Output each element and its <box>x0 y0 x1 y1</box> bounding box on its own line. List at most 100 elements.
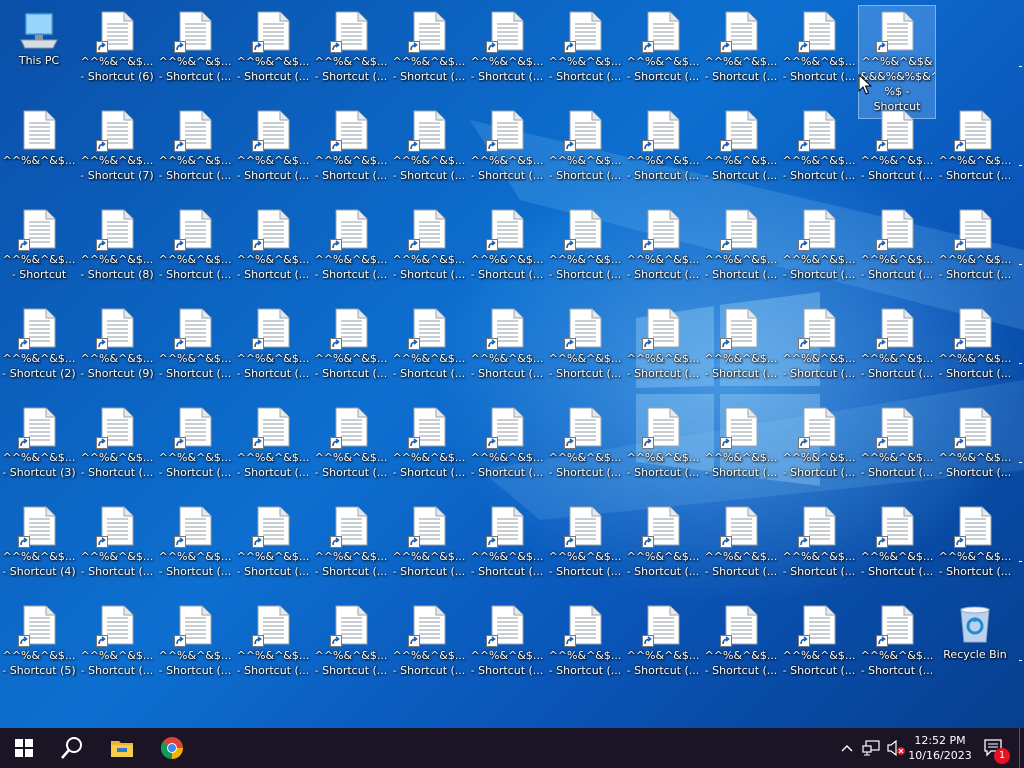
shortcut-desktop-icon[interactable]: ^^%&^&$... - Shortcut (... <box>235 600 311 696</box>
shortcut-desktop-icon[interactable]: ^^%&^&$... - Shortcut (... <box>703 204 779 300</box>
shortcut-desktop-icon[interactable]: ^^%&^&$... - Shortcut (... <box>781 402 857 498</box>
shortcut-desktop-icon[interactable]: ^^%&^&$... - Shortcut (... <box>235 402 311 498</box>
action-center-button[interactable]: 1 <box>978 728 1010 768</box>
shortcut-desktop-icon[interactable]: ^^%&^&$... - Shortcut (... <box>235 204 311 300</box>
shortcut-desktop-icon[interactable]: ^^%&^&$... - Shortcut (... <box>157 204 233 300</box>
shortcut-desktop-icon[interactable]: ^^%&^&$... - Shortcut (... <box>313 501 389 597</box>
shortcut-desktop-icon[interactable]: ^^%&^&$... - Shortcut (... <box>703 600 779 696</box>
shortcut-desktop-icon[interactable]: ^^%&^&$... - Shortcut (... <box>547 105 623 201</box>
search-button[interactable] <box>48 728 96 768</box>
shortcut-desktop-icon[interactable]: ^^%&^&$... - Shortcut (... <box>157 501 233 597</box>
shortcut-desktop-icon[interactable]: ^^%&^&$... - Shortcut (... <box>313 303 389 399</box>
shortcut-desktop-icon[interactable]: ^^%&^&$... - Shortcut (... <box>781 303 857 399</box>
shortcut-desktop-icon[interactable]: ^^%&^&$... - Shortcut (... <box>703 303 779 399</box>
file-explorer-button[interactable] <box>98 728 146 768</box>
shortcut-desktop-icon[interactable]: ^^%&^&$... - Shortcut (... <box>469 303 545 399</box>
shortcut-desktop-icon[interactable]: ^^%&^&$... - Shortcut (... <box>625 501 701 597</box>
shortcut-desktop-icon[interactable]: ^^%&^&$... - Shortcut (... <box>313 6 389 102</box>
shortcut-desktop-icon[interactable]: ^^%&^&$... - Shortcut (... <box>859 105 935 201</box>
shortcut-desktop-icon[interactable]: ^^%&^&$... - Shortcut (... <box>313 105 389 201</box>
clock[interactable]: 12:52 PM 10/16/2023 <box>908 728 972 768</box>
shortcut-desktop-icon[interactable]: ^^%&^&$... - Shortcut (... <box>157 402 233 498</box>
shortcut-desktop-icon[interactable]: ^^%&^&$... - Shortcut (... <box>547 600 623 696</box>
shortcut-desktop-icon[interactable]: ^^%&^&$... - Shortcut (... <box>937 402 1013 498</box>
shortcut-desktop-icon[interactable]: ^^%&^&$... - Shortcut (... <box>547 303 623 399</box>
shortcut-desktop-icon[interactable]: ^^%&^&$... - Shortcut (... <box>937 501 1013 597</box>
shortcut-desktop-icon[interactable]: ^^%&^&$... - Shortcut (... <box>859 303 935 399</box>
selected-shortcut-icon[interactable]: ^^%&^&$& &&&%&%$&^ %$ - Shortcut (76) <box>858 5 936 128</box>
shortcut-desktop-icon[interactable]: ^^%&^&$... - Shortcut (... <box>157 303 233 399</box>
shortcut-desktop-icon[interactable]: ^^%&^&$... - Shortcut (... <box>859 204 935 300</box>
shortcut-desktop-icon[interactable]: ^^%&^&$... - Shortcut (... <box>703 105 779 201</box>
shortcut-desktop-icon[interactable]: ^^%&^&$... - Shortcut (... <box>625 204 701 300</box>
shortcut-desktop-icon[interactable]: ^^%&^&$... - Shortcut (... <box>235 501 311 597</box>
shortcut-desktop-icon[interactable]: ^^%&^&$... - Shortcut (... <box>391 204 467 300</box>
shortcut-desktop-icon[interactable]: ^^%&^&$... - Shortcut (... <box>547 501 623 597</box>
shortcut-desktop-icon[interactable]: ^^%&^&$... - Shortcut (... <box>391 6 467 102</box>
shortcut-desktop-icon[interactable]: ^^%&^&$... - Shortcut (... <box>781 105 857 201</box>
shortcut-desktop-icon[interactable]: ^^%&^&$... - Shortcut (... <box>625 6 701 102</box>
shortcut-desktop-icon[interactable]: ^^%&^&$... - Shortcut (... <box>937 105 1013 201</box>
show-desktop-button[interactable] <box>1019 728 1024 768</box>
shortcut-desktop-icon[interactable]: ^^%&^&$... - Shortcut (... <box>235 6 311 102</box>
shortcut-desktop-icon[interactable]: ^^%&^&$... <box>1 105 77 201</box>
shortcut-desktop-icon[interactable]: ^^%&^&$... - Shortcut (... <box>235 303 311 399</box>
shortcut-desktop-icon[interactable]: ^^%&^&$... - Shortcut (8) <box>79 204 155 300</box>
shortcut-desktop-icon[interactable]: ^^%&^&$... - Shortcut (... <box>859 501 935 597</box>
shortcut-desktop-icon[interactable]: ^^%&^&$... - Shortcut (... <box>625 303 701 399</box>
show-hidden-icons-button[interactable] <box>838 728 856 768</box>
this-pc-desktop-icon[interactable]: This PC <box>1 6 77 102</box>
volume-button[interactable] <box>884 728 908 768</box>
shortcut-desktop-icon[interactable]: ^^%&^&$... - Shortcut (... <box>547 402 623 498</box>
shortcut-desktop-icon[interactable]: ^^%&^&$... - Shortcut (... <box>859 600 935 696</box>
shortcut-desktop-icon[interactable]: ^^%&^&$... - Shortcut (... <box>313 204 389 300</box>
shortcut-desktop-icon[interactable]: ^^%&^&$... - Shortcut (... <box>79 402 155 498</box>
shortcut-desktop-icon[interactable]: ^^%&^&$... - Shortcut (... <box>391 600 467 696</box>
shortcut-desktop-icon[interactable]: ^^%&^&$... - Shortcut (... <box>313 600 389 696</box>
start-button[interactable] <box>0 728 48 768</box>
shortcut-desktop-icon[interactable]: ^^%&^&$... - Shortcut (5) <box>1 600 77 696</box>
shortcut-desktop-icon[interactable]: ^^%&^&$... - Shortcut (... <box>781 6 857 102</box>
shortcut-desktop-icon[interactable]: ^^%&^&$... - Shortcut (2) <box>1 303 77 399</box>
shortcut-desktop-icon[interactable]: ^^%&^&$... - Shortcut (... <box>781 501 857 597</box>
network-button[interactable] <box>860 728 882 768</box>
shortcut-desktop-icon[interactable]: ^^%&^&$... - Shortcut (... <box>79 501 155 597</box>
shortcut-desktop-icon[interactable]: ^^%&^&$... - Shortcut (... <box>391 402 467 498</box>
shortcut-desktop-icon[interactable]: ^^%&^&$... - Shortcut (... <box>703 6 779 102</box>
shortcut-desktop-icon[interactable]: ^^%&^&$... - Shortcut (... <box>469 204 545 300</box>
shortcut-desktop-icon[interactable]: ^^%&^&$... - Shortcut (... <box>625 105 701 201</box>
shortcut-desktop-icon[interactable]: ^^%&^&$... - Shortcut (... <box>469 402 545 498</box>
shortcut-desktop-icon[interactable]: ^^%&^&$... - Shortcut (... <box>781 204 857 300</box>
shortcut-desktop-icon[interactable]: ^^%&^&$... - Shortcut (3) <box>1 402 77 498</box>
shortcut-desktop-icon[interactable]: ^^%&^&$... - Shortcut (... <box>625 402 701 498</box>
shortcut-desktop-icon[interactable]: ^^%&^&$... - Shortcut (... <box>625 600 701 696</box>
shortcut-desktop-icon[interactable]: ^^%&^&$... - Shortcut (... <box>469 501 545 597</box>
shortcut-desktop-icon[interactable]: ^^%&^&$... - Shortcut (7) <box>79 105 155 201</box>
shortcut-desktop-icon[interactable]: ^^%&^&$... - Shortcut (... <box>469 105 545 201</box>
shortcut-desktop-icon[interactable]: ^^%&^&$... - Shortcut (... <box>235 105 311 201</box>
shortcut-desktop-icon[interactable]: ^^%&^&$... - Shortcut (... <box>313 402 389 498</box>
shortcut-desktop-icon[interactable]: ^^%&^&$... - Shortcut (9) <box>79 303 155 399</box>
shortcut-desktop-icon[interactable]: ^^%&^&$... - Shortcut (... <box>937 204 1013 300</box>
shortcut-desktop-icon[interactable]: ^^%&^&$... - Shortcut (... <box>157 600 233 696</box>
shortcut-desktop-icon[interactable]: ^^%&^&$... - Shortcut (... <box>391 105 467 201</box>
shortcut-desktop-icon[interactable]: ^^%&^&$... - Shortcut (... <box>703 402 779 498</box>
shortcut-desktop-icon[interactable]: ^^%&^&$... - Shortcut (... <box>781 600 857 696</box>
shortcut-desktop-icon[interactable]: ^^%&^&$... - Shortcut (... <box>157 6 233 102</box>
shortcut-desktop-icon[interactable]: ^^%&^&$... - Shortcut (... <box>703 501 779 597</box>
shortcut-desktop-icon[interactable]: ^^%&^&$... - Shortcut (6) <box>79 6 155 102</box>
shortcut-desktop-icon[interactable]: ^^%&^&$... - Shortcut (... <box>547 6 623 102</box>
chrome-button[interactable] <box>148 728 196 768</box>
desktop[interactable]: This PC Recycle Bin ^^%&^&$& &&&%&%$&^ %… <box>0 0 1024 728</box>
shortcut-desktop-icon[interactable]: ^^%&^&$... - Shortcut (... <box>391 501 467 597</box>
shortcut-desktop-icon[interactable]: ^^%&^&$... - Shortcut (... <box>859 402 935 498</box>
shortcut-desktop-icon[interactable]: ^^%&^&$... - Shortcut <box>1 204 77 300</box>
shortcut-desktop-icon[interactable]: ^^%&^&$... - Shortcut (4) <box>1 501 77 597</box>
shortcut-desktop-icon[interactable]: ^^%&^&$... - Shortcut (... <box>157 105 233 201</box>
shortcut-desktop-icon[interactable]: ^^%&^&$... - Shortcut (... <box>469 600 545 696</box>
recycle-bin-desktop-icon[interactable]: Recycle Bin <box>937 600 1013 696</box>
shortcut-desktop-icon[interactable]: ^^%&^&$... - Shortcut (... <box>391 303 467 399</box>
shortcut-desktop-icon[interactable]: ^^%&^&$... - Shortcut (... <box>79 600 155 696</box>
shortcut-desktop-icon[interactable]: ^^%&^&$... - Shortcut (... <box>937 303 1013 399</box>
shortcut-desktop-icon[interactable]: ^^%&^&$... - Shortcut (... <box>469 6 545 102</box>
